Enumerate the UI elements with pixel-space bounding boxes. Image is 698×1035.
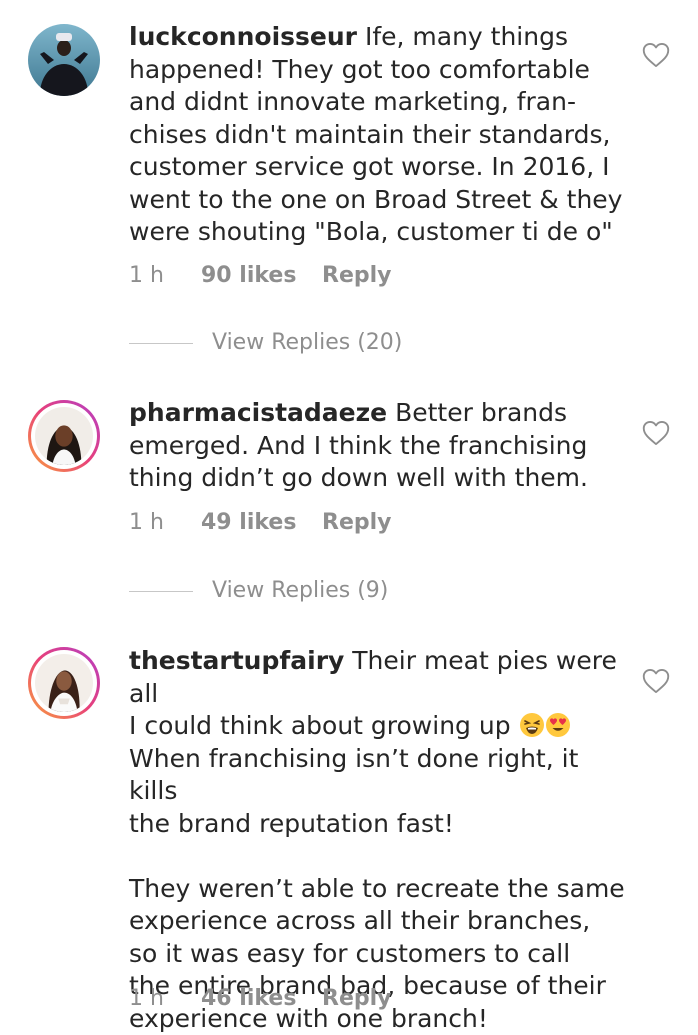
comment-body-line: happened! They got too comfortable (129, 54, 590, 84)
heart-eyes-emoji (545, 713, 570, 737)
comment-body-line: I could think about growing up (129, 711, 511, 740)
likes-count[interactable]: 49 likes (201, 508, 296, 538)
avatar[interactable] (28, 647, 100, 719)
heart-outline-icon[interactable] (642, 668, 670, 694)
view-replies-label: View Replies (20) (212, 330, 403, 355)
comment-time: 1 h (129, 986, 164, 1011)
comment-username[interactable]: pharmacistadaeze (129, 398, 387, 427)
avatar[interactable] (28, 24, 100, 96)
reply-button[interactable]: Reply (322, 261, 392, 291)
view-replies-label: View Replies (9) (212, 578, 389, 603)
comment-username[interactable]: luckconnoisseur (129, 22, 357, 51)
heart-outline-icon[interactable] (642, 420, 670, 446)
divider (129, 591, 193, 592)
heart-outline-icon[interactable] (642, 42, 670, 68)
avatar[interactable] (28, 400, 100, 472)
reply-button[interactable]: Reply (322, 508, 392, 538)
tired-face-emoji (519, 713, 544, 737)
comment-time: 1 h (129, 263, 164, 288)
avatar-photo (35, 407, 93, 465)
comment-username[interactable]: thestartupfairy (129, 646, 344, 675)
comment-body-line: Better brands (395, 398, 568, 427)
comment-body-line: experience with one branch! (129, 1003, 488, 1033)
comment-text: pharmacistadaeze Better brands emerged. … (129, 397, 629, 495)
comment-body-line: They weren’t able to recreate the same (129, 873, 625, 903)
comment-body-line: When franchising isn’t done right, it ki… (129, 743, 587, 806)
comment-body-line: the brand reputation fast! (129, 808, 454, 838)
comment-body-line: chises didn't maintain their standards, (129, 119, 611, 149)
comment-body-line: experience across all their branches, (129, 906, 591, 935)
reply-button[interactable]: Reply (322, 984, 392, 1014)
comment-text: luckconnoisseur Ife, many things happene… (129, 21, 629, 249)
comment-body-line: Ife, many things (364, 22, 568, 51)
comment-text: thestartupfairy Their meat pies were all… (129, 645, 629, 1035)
comment-body-line: thing didn’t go down well with them. (129, 463, 588, 492)
likes-count[interactable]: 90 likes (201, 261, 296, 291)
comment-time: 1 h (129, 510, 164, 535)
avatar-photo (35, 654, 93, 712)
comment-body-line: so it was easy for customers to call (129, 938, 571, 968)
comment-body-line: went to the one on Broad Street & they (129, 184, 623, 214)
likes-count[interactable]: 46 likes (201, 984, 296, 1014)
comment-body-line: were shouting "Bola, customer ti de o" (129, 217, 613, 246)
divider (129, 343, 193, 344)
avatar-photo (28, 24, 100, 96)
comment-body-line: emerged. And I think the franchising (129, 430, 588, 460)
comment-body-line: and didnt innovate marketing, fran- (129, 87, 576, 116)
comment-body-line: customer service got worse. In 2016, I (129, 152, 610, 181)
